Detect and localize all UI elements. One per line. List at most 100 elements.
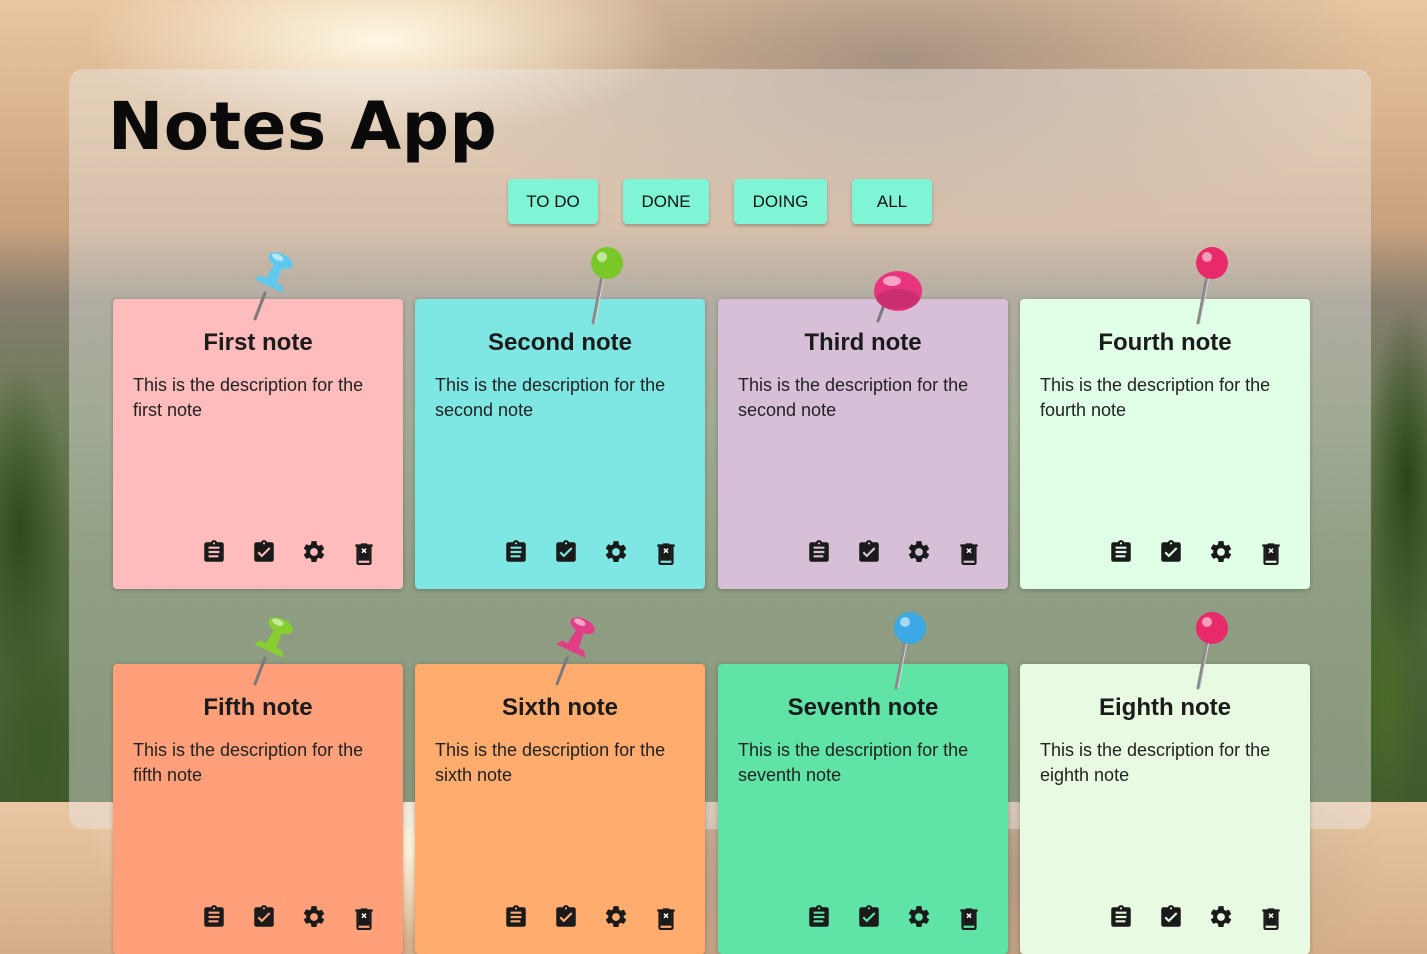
gear-icon [1208, 904, 1234, 935]
trash-icon [351, 539, 377, 570]
done-clipboard-check-button[interactable] [1156, 539, 1186, 569]
note-card-eighth[interactable]: Eighth note This is the description for t… [1020, 664, 1310, 954]
settings-gear-button[interactable] [601, 904, 631, 934]
note-card-second[interactable]: Second note This is the description for t… [415, 299, 705, 589]
delete-trash-button[interactable] [651, 539, 681, 569]
note-description: This is the description for the eighth n… [1040, 740, 1271, 785]
done-clipboard-check-button[interactable] [551, 539, 581, 569]
filter-bar: TO DO DONE DOING ALL [0, 179, 1427, 225]
clipboard-check-icon [553, 539, 579, 570]
todo-clipboard-list-button[interactable] [1106, 539, 1136, 569]
todo-clipboard-list-button[interactable] [199, 904, 229, 934]
note-description: This is the description for the fifth no… [133, 740, 364, 785]
done-clipboard-check-button[interactable] [854, 539, 884, 569]
clipboard-check-icon [1158, 539, 1184, 570]
delete-trash-button[interactable] [349, 539, 379, 569]
done-clipboard-check-button[interactable] [854, 904, 884, 934]
delete-trash-button[interactable] [954, 539, 984, 569]
delete-trash-button[interactable] [954, 904, 984, 934]
trash-icon [1258, 539, 1284, 570]
note-title: Sixth note [501, 694, 618, 721]
gear-icon [301, 539, 327, 570]
clipboard-list-icon [1108, 539, 1134, 570]
background-trees-left [0, 330, 80, 802]
trash-icon [653, 539, 679, 570]
clipboard-check-icon [856, 539, 882, 570]
todo-clipboard-list-button[interactable] [1106, 904, 1136, 934]
gear-icon [603, 539, 629, 570]
delete-trash-button[interactable] [651, 904, 681, 934]
todo-clipboard-list-button[interactable] [501, 539, 531, 569]
settings-gear-button[interactable] [904, 904, 934, 934]
todo-clipboard-list-button[interactable] [199, 539, 229, 569]
clipboard-check-icon [856, 904, 882, 935]
delete-trash-button[interactable] [349, 904, 379, 934]
note-title: Second note [487, 329, 632, 356]
clipboard-list-icon [1108, 904, 1134, 935]
gear-icon [906, 904, 932, 935]
clipboard-check-icon [251, 904, 277, 935]
note-title: Third note [804, 329, 922, 356]
note-description: This is the description for the sixth no… [435, 740, 666, 785]
note-card-third[interactable]: Third note This is the description for th… [718, 299, 1008, 589]
gear-icon [301, 904, 327, 935]
settings-gear-button[interactable] [299, 539, 329, 569]
done-clipboard-check-button[interactable] [551, 904, 581, 934]
clipboard-list-icon [201, 539, 227, 570]
clipboard-list-icon [806, 904, 832, 935]
note-card-seventh[interactable]: Seventh note This is the description for … [718, 664, 1008, 954]
todo-clipboard-list-button[interactable] [804, 539, 834, 569]
note-actions [199, 539, 379, 569]
clipboard-list-icon [503, 539, 529, 570]
delete-trash-button[interactable] [1256, 904, 1286, 934]
settings-gear-button[interactable] [1206, 539, 1236, 569]
filter-todo-button[interactable]: TO DO [508, 179, 598, 224]
note-description: This is the description for the second n… [435, 375, 666, 420]
note-actions [199, 904, 379, 934]
note-description: This is the description for the first no… [133, 375, 364, 420]
filter-doing-button[interactable]: DOING [734, 179, 827, 224]
note-title: Fourth note [1098, 329, 1232, 356]
filter-done-button[interactable]: DONE [623, 179, 709, 224]
note-card-fifth[interactable]: Fifth note This is the description for th… [113, 664, 403, 954]
note-card-sixth[interactable]: Sixth note This is the description for th… [415, 664, 705, 954]
done-clipboard-check-button[interactable] [249, 539, 279, 569]
trash-icon [1258, 904, 1284, 935]
settings-gear-button[interactable] [904, 539, 934, 569]
clipboard-check-icon [251, 539, 277, 570]
note-actions [1106, 539, 1286, 569]
trash-icon [653, 904, 679, 935]
gear-icon [906, 539, 932, 570]
note-actions [1106, 904, 1286, 934]
settings-gear-button[interactable] [299, 904, 329, 934]
trash-icon [351, 904, 377, 935]
settings-gear-button[interactable] [1206, 904, 1236, 934]
note-title: Fifth note [203, 694, 313, 721]
gear-icon [1208, 539, 1234, 570]
note-actions [804, 904, 984, 934]
gear-icon [603, 904, 629, 935]
todo-clipboard-list-button[interactable] [804, 904, 834, 934]
todo-clipboard-list-button[interactable] [501, 904, 531, 934]
done-clipboard-check-button[interactable] [249, 904, 279, 934]
note-actions [501, 539, 681, 569]
settings-gear-button[interactable] [601, 539, 631, 569]
trash-icon [956, 539, 982, 570]
clipboard-list-icon [503, 904, 529, 935]
note-title: Eighth note [1099, 694, 1231, 721]
note-title: Seventh note [787, 694, 939, 721]
done-clipboard-check-button[interactable] [1156, 904, 1186, 934]
note-card-fourth[interactable]: Fourth note This is the description for t… [1020, 299, 1310, 589]
note-actions [501, 904, 681, 934]
note-actions [804, 539, 984, 569]
note-description: This is the description for the second n… [738, 375, 969, 420]
note-description: This is the description for the fourth n… [1040, 375, 1271, 420]
note-description: This is the description for the seventh … [738, 740, 969, 785]
note-card-first[interactable]: First note This is the description for th… [113, 299, 403, 589]
clipboard-check-icon [1158, 904, 1184, 935]
clipboard-list-icon [201, 904, 227, 935]
app-title: Notes App [108, 88, 498, 165]
delete-trash-button[interactable] [1256, 539, 1286, 569]
filter-all-button[interactable]: ALL [852, 179, 932, 224]
trash-icon [956, 904, 982, 935]
